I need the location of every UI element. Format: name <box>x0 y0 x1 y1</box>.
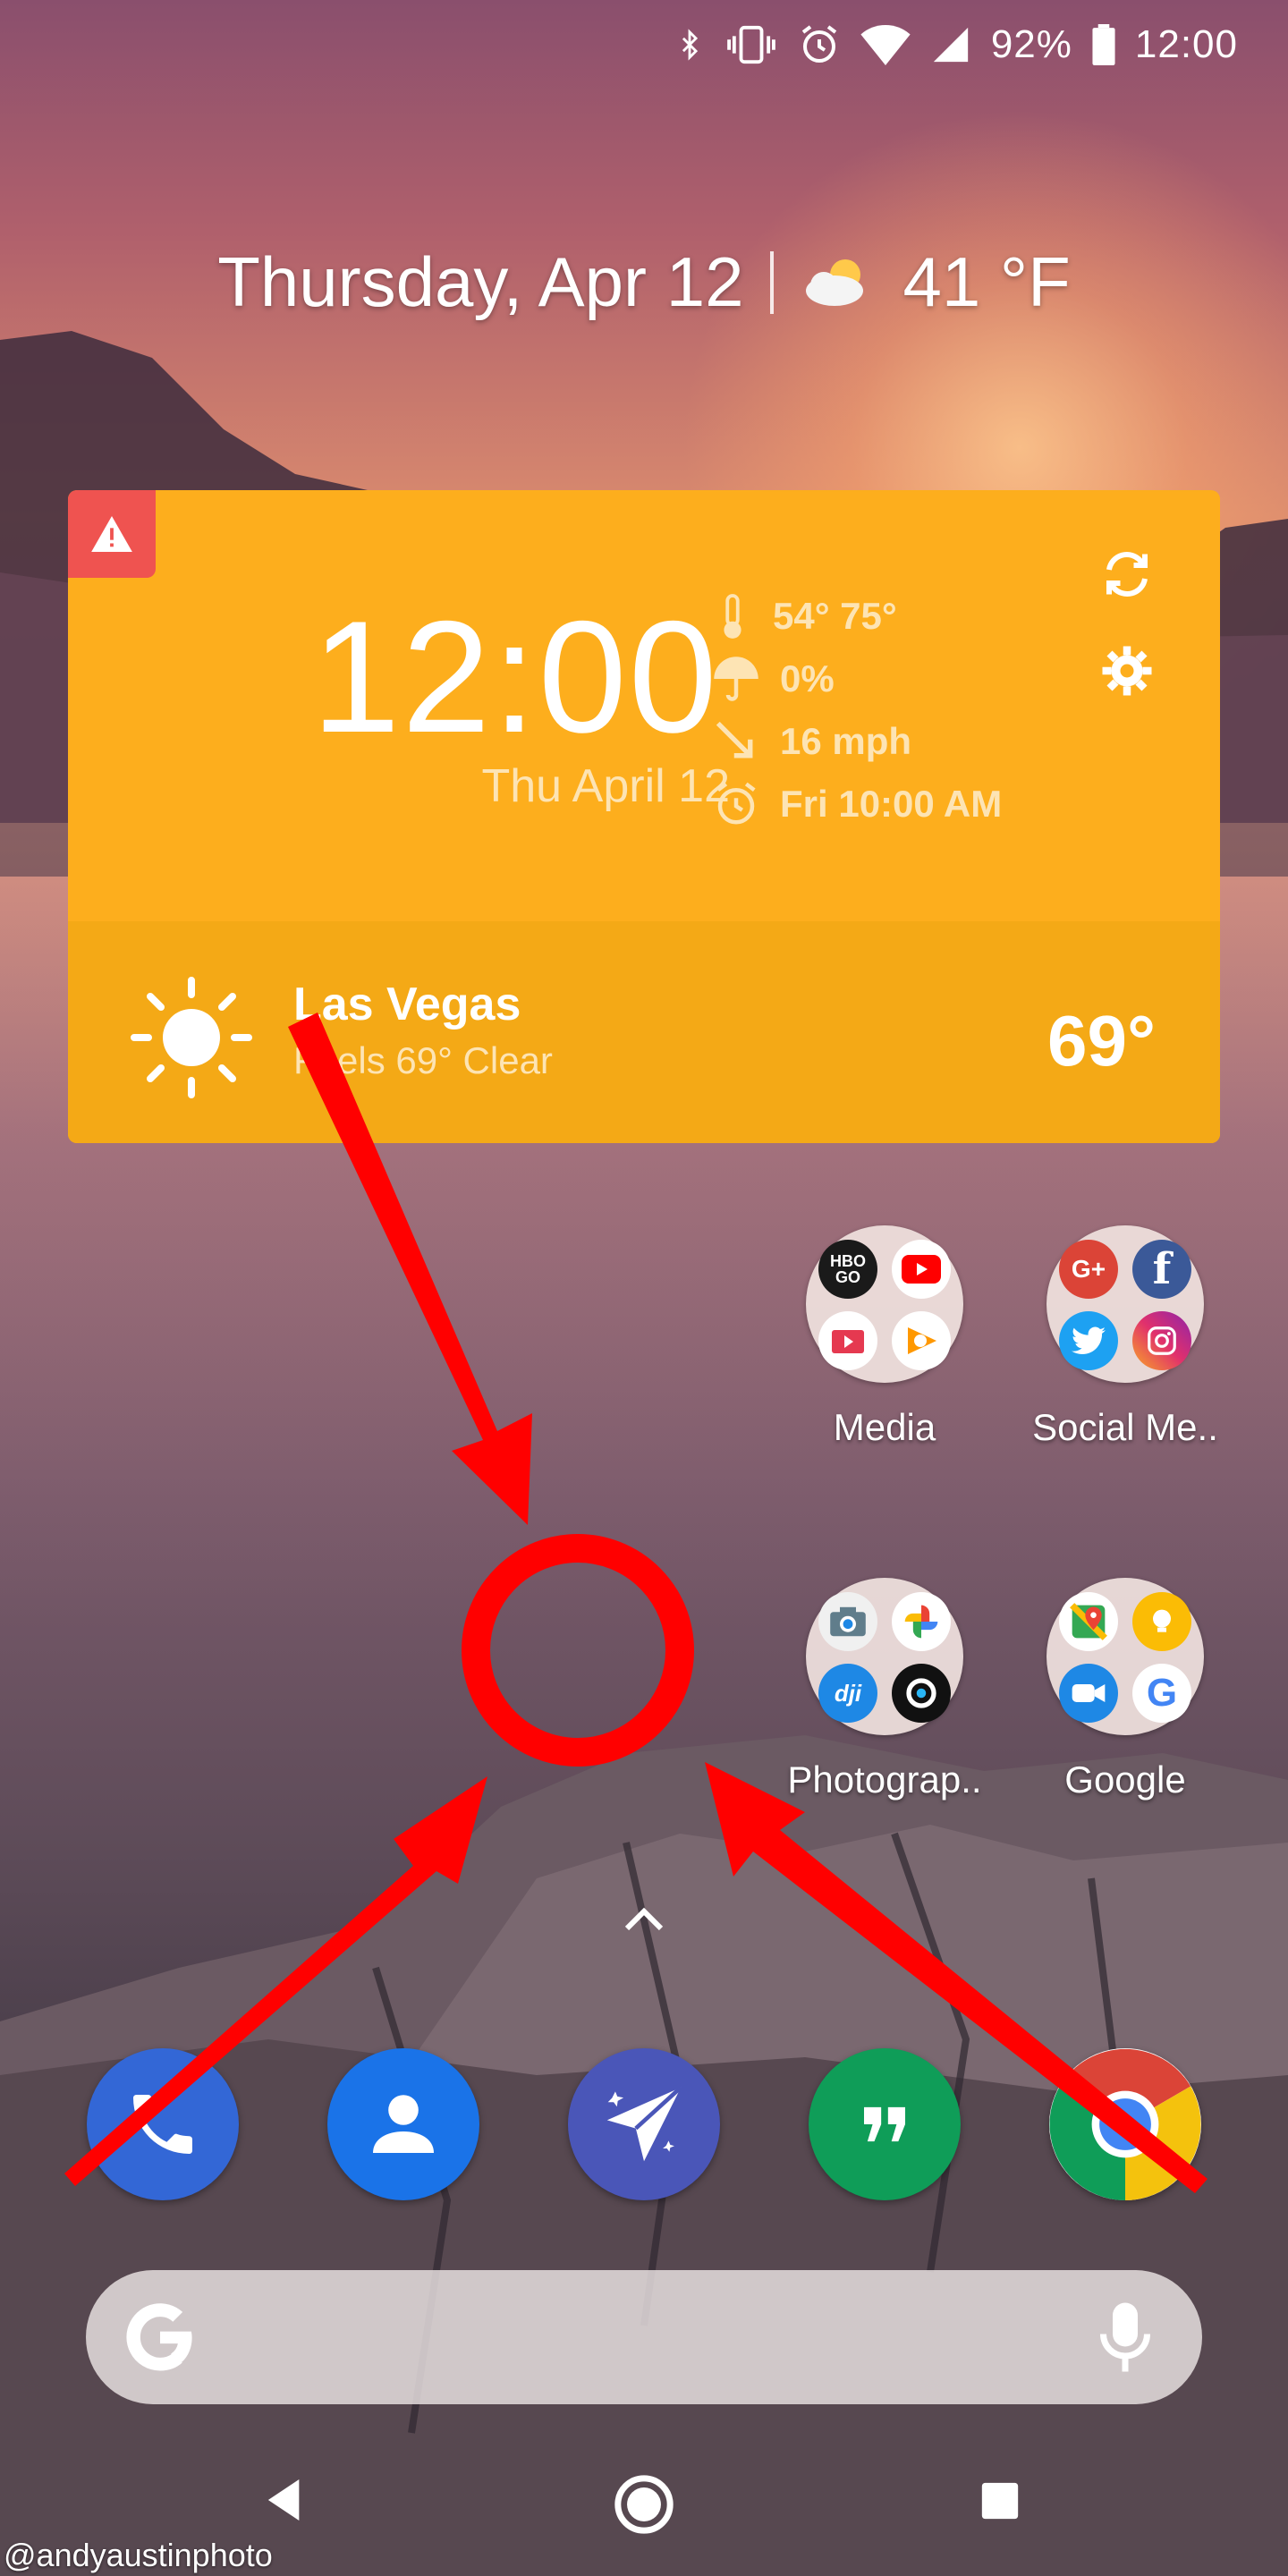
wifi-icon <box>860 24 911 65</box>
play-music-icon <box>892 1311 951 1370</box>
navigation-bar <box>0 2451 1288 2549</box>
google-app-icon: G <box>1132 1664 1191 1723</box>
widget-clock[interactable]: 12:00 <box>283 597 748 757</box>
dock-contacts-icon[interactable] <box>327 2048 479 2200</box>
umbrella-icon <box>714 657 758 701</box>
person-icon <box>373 2095 434 2153</box>
twitter-icon <box>1059 1311 1118 1370</box>
bluetooth-icon <box>682 29 698 61</box>
google-g-logo-icon[interactable] <box>120 2297 200 2377</box>
weather-clock-widget[interactable]: 12:00 Thu April 12 54° 75° 0% 16 mph Fri… <box>68 490 1220 1143</box>
folder-photo-icon[interactable]: dji <box>806 1578 963 1735</box>
duo-icon <box>1059 1664 1118 1723</box>
current-temp: 69° <box>1047 1001 1156 1080</box>
instagram-icon <box>1132 1311 1191 1370</box>
feels-like: Feels 69° Clear <box>293 1039 553 1081</box>
keep-icon <box>1132 1592 1191 1651</box>
camera-icon <box>818 1592 877 1651</box>
next-alarm: Fri 10:00 AM <box>780 783 1003 825</box>
widget-date: Thu April 12 <box>481 760 731 812</box>
dock-hangouts-icon[interactable] <box>809 2048 961 2200</box>
play-movies-icon <box>818 1311 877 1370</box>
folder-google-icon[interactable]: G <box>1046 1578 1204 1735</box>
battery-icon <box>1092 24 1115 65</box>
location-name[interactable]: Las Vegas <box>293 978 521 1031</box>
wind-speed: 16 mph <box>780 720 912 762</box>
at-a-glance[interactable]: Thursday, Apr 12 41 °F <box>0 242 1288 323</box>
facebook-icon: f <box>1132 1240 1191 1299</box>
wind-row: 16 mph <box>712 717 911 766</box>
camera-app-icon <box>892 1664 951 1723</box>
quote-icon <box>864 2106 905 2142</box>
folder-label: Google <box>1064 1758 1186 1801</box>
youtube-icon <box>892 1240 951 1299</box>
folder-label: Media <box>833 1406 936 1448</box>
google-photos-icon <box>892 1592 951 1651</box>
precip-chance: 0% <box>780 657 835 699</box>
vibrate-icon <box>726 25 775 64</box>
dock-chrome-icon[interactable] <box>1049 2048 1201 2200</box>
app-drawer-chevron-up-icon[interactable] <box>622 1903 666 1934</box>
folder-label: Photograp.. <box>787 1758 982 1801</box>
glance-date[interactable]: Thursday, Apr 12 <box>217 242 743 323</box>
weather-alert-badge[interactable] <box>68 490 156 578</box>
precip-row: 0% <box>712 655 835 703</box>
wind-direction-icon <box>716 721 753 758</box>
sunny-icon <box>131 977 252 1098</box>
folder-media-icon[interactable]: HBO GO <box>806 1225 963 1383</box>
dock-newton-mail-icon[interactable] <box>568 2048 720 2200</box>
status-bar: 92% 12:00 <box>0 0 1288 89</box>
glance-divider <box>770 250 775 314</box>
recents-icon[interactable] <box>980 2481 1020 2521</box>
refresh-icon[interactable] <box>1100 547 1154 601</box>
google-search-bar[interactable] <box>86 2270 1202 2404</box>
photo-credit-watermark: @andyaustinphoto <box>4 2537 273 2573</box>
folder-label: Social Me.. <box>1032 1406 1218 1448</box>
temp-range: 54° 75° <box>773 595 897 637</box>
maps-icon <box>1059 1592 1118 1651</box>
temp-range-row: 54° 75° <box>712 592 897 640</box>
hbo-go-icon: HBO GO <box>818 1240 877 1299</box>
folder-media[interactable]: HBO GO Media <box>782 1225 987 1449</box>
folder-google[interactable]: G Google <box>1022 1578 1228 1801</box>
alarm-row: Fri 10:00 AM <box>712 780 1002 828</box>
google-plus-icon: G+ <box>1059 1240 1118 1299</box>
alarm-icon <box>801 25 837 63</box>
folder-photography[interactable]: dji Photograp.. <box>782 1578 987 1801</box>
microphone-icon[interactable] <box>1100 2299 1150 2376</box>
dock-phone-icon[interactable] <box>87 2048 239 2200</box>
dji-icon: dji <box>818 1664 877 1723</box>
phone-handset-icon <box>133 2095 192 2154</box>
partly-cloudy-icon <box>806 258 864 306</box>
battery-percent: 92% <box>990 22 1072 66</box>
back-icon[interactable] <box>265 2478 306 2522</box>
alarm-clock-icon <box>716 782 756 825</box>
home-icon[interactable] <box>613 2473 675 2536</box>
folder-social-media[interactable]: G+ f Social Me.. <box>1022 1225 1228 1449</box>
glance-temp[interactable]: 41 °F <box>902 242 1070 323</box>
cell-signal-icon <box>933 27 968 63</box>
folder-social-icon[interactable]: G+ f <box>1046 1225 1204 1383</box>
status-time: 12:00 <box>1134 22 1238 66</box>
paper-plane-icon <box>606 2086 682 2162</box>
home-screen: 92% 12:00 Thursday, Apr 12 41 °F 12:00 T… <box>0 0 1288 2576</box>
settings-gear-icon[interactable] <box>1100 644 1154 698</box>
thermometer-icon <box>724 594 741 639</box>
warning-icon <box>91 516 132 552</box>
chrome-logo-icon <box>1049 2048 1201 2200</box>
